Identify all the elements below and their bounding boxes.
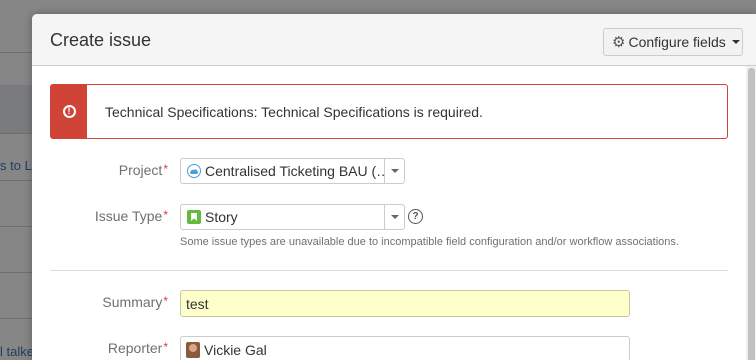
project-label-text: Project <box>118 162 163 178</box>
scrollbar-thumb[interactable] <box>748 68 755 360</box>
chevron-down-icon <box>731 40 740 44</box>
chevron-down-icon <box>390 169 399 173</box>
reporter-value: Vickie Gal <box>204 341 267 358</box>
chevron-down-icon <box>390 215 399 219</box>
issue-type-value: Story <box>205 209 238 225</box>
error-indicator: ! <box>51 85 87 138</box>
project-avatar-icon <box>187 164 201 178</box>
dialog-scrollbar[interactable] <box>746 66 756 360</box>
story-icon <box>187 210 201 224</box>
issue-type-select[interactable]: Story <box>180 204 405 230</box>
dialog-header: Create issue ⚙ Configure fields <box>32 14 756 66</box>
reporter-label-text: Reporter <box>107 340 163 356</box>
reporter-field[interactable]: Vickie Gal <box>180 336 630 360</box>
issue-type-description: Some issue types are unavailable due to … <box>180 236 679 248</box>
create-issue-dialog: Create issue ⚙ Configure fields ! Techni… <box>32 14 756 360</box>
section-divider <box>50 270 728 271</box>
exclamation-circle-icon: ! <box>62 105 76 118</box>
issue-type-dropdown-toggle[interactable] <box>384 205 404 229</box>
summary-value: test <box>186 295 209 312</box>
project-value: Centralised Ticketing BAU (… <box>205 163 384 179</box>
gear-icon: ⚙ <box>612 34 626 51</box>
required-marker: * <box>163 340 168 354</box>
issue-type-label: Issue Type* <box>48 208 168 224</box>
error-message: ! Technical Specifications: Technical Sp… <box>50 84 728 139</box>
reporter-label: Reporter* <box>48 340 168 356</box>
project-select[interactable]: Centralised Ticketing BAU (… <box>180 158 405 184</box>
configure-fields-button[interactable]: ⚙ Configure fields <box>603 28 743 56</box>
required-marker: * <box>163 162 168 176</box>
summary-input[interactable]: test <box>180 290 630 317</box>
avatar <box>186 341 200 358</box>
issue-type-label-text: Issue Type <box>94 208 163 224</box>
required-marker: * <box>163 294 168 308</box>
summary-label: Summary* <box>48 294 168 310</box>
required-marker: * <box>163 208 168 222</box>
error-text: Technical Specifications: Technical Spec… <box>105 104 483 120</box>
project-label: Project* <box>48 162 168 178</box>
summary-label-text: Summary <box>102 294 163 310</box>
project-dropdown-toggle[interactable] <box>384 159 404 183</box>
configure-fields-label: Configure fields <box>628 34 726 50</box>
help-icon[interactable]: ? <box>408 209 423 224</box>
dialog-title: Create issue <box>50 30 152 50</box>
